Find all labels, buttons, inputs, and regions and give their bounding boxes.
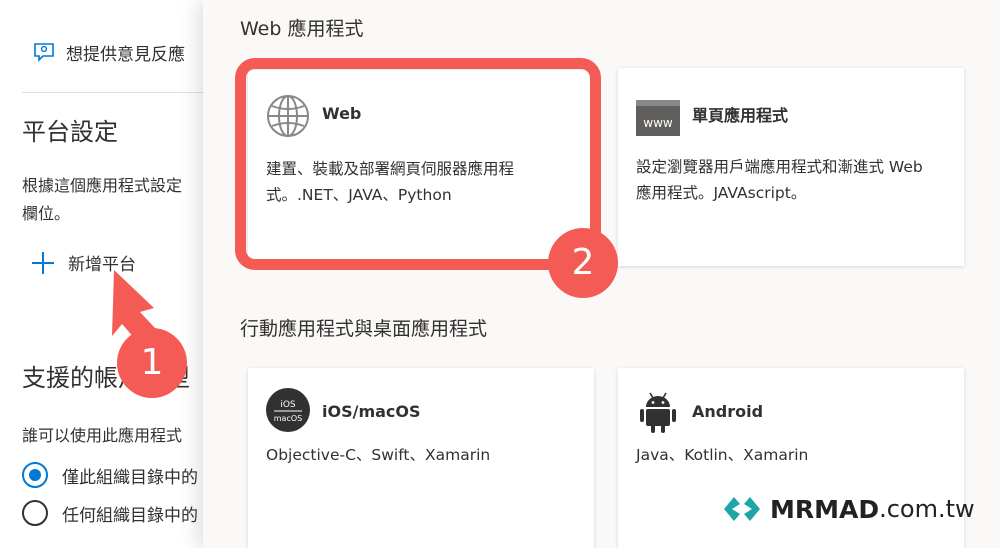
android-card-description: Java、Kotlin、Xamarin	[636, 446, 809, 464]
spa-card-title: 單頁應用程式	[692, 106, 789, 125]
feedback-link[interactable]: 想提供意見反應	[32, 40, 185, 65]
android-card-title: Android	[692, 402, 764, 421]
radio-single-tenant-label: 僅此組織目錄中的	[62, 467, 198, 488]
mrmad-watermark: MRMAD .com.tw	[722, 494, 975, 524]
feedback-icon	[34, 42, 54, 62]
android-icon	[640, 392, 676, 433]
browser-window-icon: www	[636, 100, 680, 136]
radio-single-tenant[interactable]: 僅此組織目錄中的	[22, 462, 198, 488]
spa-platform-card[interactable]: www 單頁應用程式 設定瀏覽器用戶端應用程式和漸進式 Web 應用程式。JAV…	[618, 68, 964, 266]
macos-text: macOS	[274, 414, 302, 423]
web-card-title: Web	[322, 104, 362, 123]
www-text: www	[643, 116, 673, 130]
platform-description: 根據這個應用程式設定 欄位。	[22, 172, 182, 228]
ios-text: iOS	[280, 400, 296, 410]
description-line-1: 根據這個應用程式設定	[22, 176, 183, 195]
web-apps-section-title: Web 應用程式	[240, 18, 364, 40]
radio-unselected-icon[interactable]	[22, 500, 48, 526]
ios-macos-platform-card[interactable]: iOS macOS iOS/macOS Objective-C、Swift、Xa…	[248, 368, 594, 548]
radio-selected-icon[interactable]	[22, 462, 48, 488]
ios-card-description: Objective-C、Swift、Xamarin	[266, 446, 491, 464]
feedback-label: 想提供意見反應	[66, 45, 185, 65]
description-line-2: 欄位。	[22, 204, 71, 223]
web-card-description: 建置、裝載及部署網頁伺服器應用程式。.NET、JAVA、Python	[266, 160, 515, 204]
radio-multi-tenant-label: 任何組織目錄中的	[62, 505, 198, 526]
watermark-brand: MRMAD	[770, 494, 880, 524]
plus-icon	[32, 251, 54, 274]
radio-multi-tenant[interactable]: 任何組織目錄中的	[22, 500, 198, 526]
spa-card-description: 設定瀏覽器用戶端應用程式和漸進式 Web 應用程式。JAVAscript。	[636, 158, 923, 202]
who-can-use-label: 誰可以使用此應用程式	[22, 426, 183, 445]
step-2-badge: 2	[548, 228, 618, 298]
divider	[22, 92, 203, 93]
watermark-domain: .com.tw	[879, 495, 975, 523]
mobile-desktop-section-title: 行動應用程式與桌面應用程式	[240, 318, 488, 340]
platform-settings-heading: 平台設定	[22, 118, 118, 146]
step-1-badge: 1	[117, 328, 187, 398]
ios-macos-icon: iOS macOS	[266, 388, 310, 432]
mrmad-logo-icon	[724, 497, 760, 521]
globe-icon	[267, 95, 309, 137]
web-platform-card[interactable]: Web 建置、裝載及部署網頁伺服器應用程式。.NET、JAVA、Python	[248, 70, 594, 266]
ios-card-title: iOS/macOS	[322, 402, 421, 421]
